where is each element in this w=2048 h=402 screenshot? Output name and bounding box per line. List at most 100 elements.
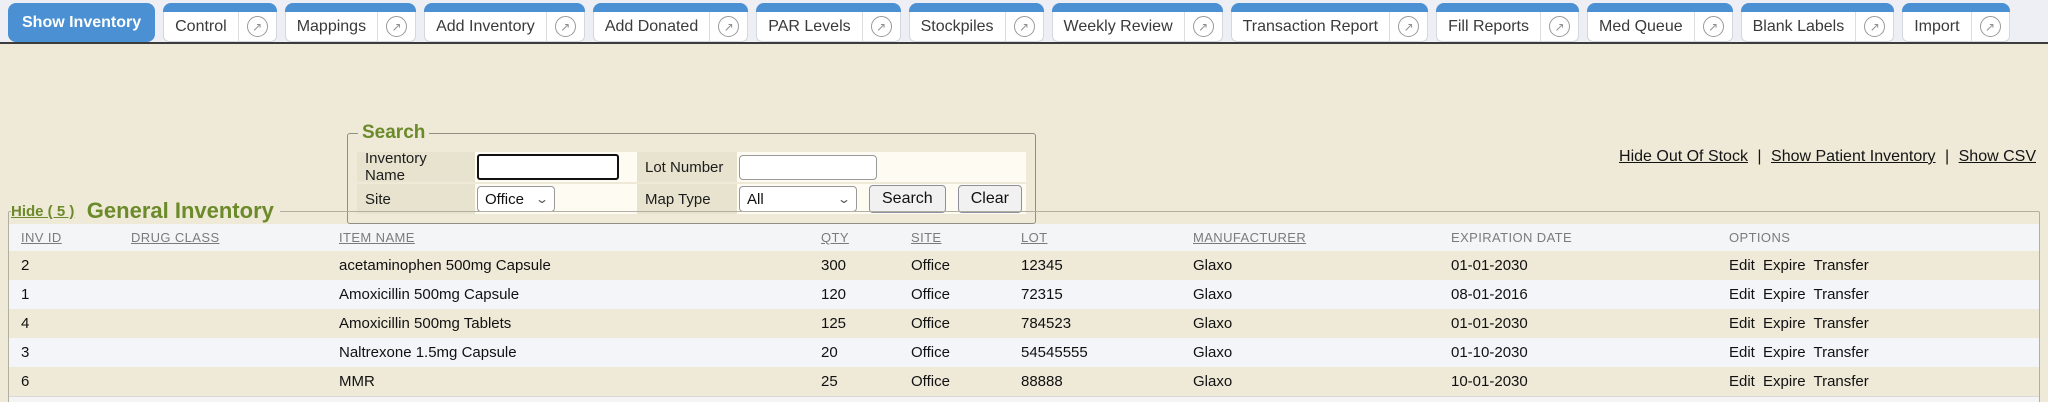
col-header-item-name[interactable]: ITEM NAME: [327, 224, 809, 251]
col-header-inv-id[interactable]: INV ID: [9, 224, 119, 251]
table-row: 2 acetaminophen 500mg Capsule 300 Office…: [9, 251, 2039, 280]
tab-label: Med Queue: [1588, 18, 1694, 36]
search-row-1: Inventory Name Lot Number: [357, 152, 1026, 182]
paging-status: DISPLAYING 1-5 / 5: [9, 397, 2039, 402]
col-header-lot[interactable]: LOT: [1009, 224, 1181, 251]
transfer-link[interactable]: Transfer: [1813, 373, 1868, 390]
edit-link[interactable]: Edit: [1729, 257, 1755, 274]
lot-number-label: Lot Number: [637, 152, 737, 182]
cell-inv-id: 3: [9, 338, 119, 367]
tab-cap: [285, 3, 416, 12]
tab-add-donated[interactable]: Add Donated ↗: [593, 3, 748, 42]
tab-par-levels[interactable]: PAR Levels ↗: [756, 3, 900, 42]
expire-link[interactable]: Expire: [1763, 373, 1806, 390]
cell-manufacturer: Glaxo: [1181, 280, 1439, 309]
cell-inv-id: 2: [9, 251, 119, 280]
general-inventory-title: General Inventory: [87, 198, 274, 223]
popout-icon[interactable]: ↗: [1549, 16, 1570, 37]
col-header-manufacturer[interactable]: MANUFACTURER: [1181, 224, 1439, 251]
cell-drug-class: [119, 309, 327, 338]
tab-cap: [1052, 3, 1223, 12]
tab-label: Add Inventory: [425, 18, 546, 36]
show-patient-inventory-link[interactable]: Show Patient Inventory: [1771, 148, 1936, 165]
popout-icon[interactable]: ↗: [1014, 16, 1035, 37]
lot-number-input[interactable]: [739, 155, 877, 180]
tab-import[interactable]: Import ↗: [1902, 3, 2009, 42]
transfer-link[interactable]: Transfer: [1813, 344, 1868, 361]
cell-expiration-date: 01-01-2030: [1439, 251, 1717, 280]
main-content: Search Inventory Name Lot Number Site Of…: [0, 44, 2048, 400]
col-header-site[interactable]: SITE: [899, 224, 1009, 251]
cell-site: Office: [899, 338, 1009, 367]
popout-icon[interactable]: ↗: [386, 16, 407, 37]
cell-manufacturer: Glaxo: [1181, 367, 1439, 397]
lot-number-cell: [737, 152, 1026, 182]
tab-popout-area: ↗: [546, 12, 584, 41]
tab-popout-area: ↗: [1184, 12, 1222, 41]
tab-bar: Show Inventory Control ↗ Mappings ↗ Add …: [0, 0, 2048, 44]
popout-icon[interactable]: ↗: [1980, 16, 2001, 37]
cell-item-name: acetaminophen 500mg Capsule: [327, 251, 809, 280]
cell-options: Edit Expire Transfer: [1717, 309, 2039, 338]
tab-popout-area: ↗: [377, 12, 415, 41]
edit-link[interactable]: Edit: [1729, 373, 1755, 390]
cell-expiration-date: 08-01-2016: [1439, 280, 1717, 309]
popout-icon[interactable]: ↗: [247, 16, 268, 37]
expire-link[interactable]: Expire: [1763, 315, 1806, 332]
tab-stockpiles[interactable]: Stockpiles ↗: [909, 3, 1044, 42]
transfer-link[interactable]: Transfer: [1813, 315, 1868, 332]
tab-popout-area: ↗: [1855, 12, 1893, 41]
tab-transaction-report[interactable]: Transaction Report ↗: [1231, 3, 1428, 42]
inventory-name-input[interactable]: [477, 154, 619, 180]
tab-med-queue[interactable]: Med Queue ↗: [1587, 3, 1733, 42]
popout-icon[interactable]: ↗: [871, 16, 892, 37]
cell-drug-class: [119, 280, 327, 309]
edit-link[interactable]: Edit: [1729, 315, 1755, 332]
popout-icon[interactable]: ↗: [718, 16, 739, 37]
col-header-qty[interactable]: QTY: [809, 224, 899, 251]
tab-popout-area: ↗: [1389, 12, 1427, 41]
expire-link[interactable]: Expire: [1763, 344, 1806, 361]
tab-control[interactable]: Control ↗: [163, 3, 277, 42]
tab-cap: [1231, 3, 1428, 12]
hide-out-of-stock-link[interactable]: Hide Out Of Stock: [1619, 148, 1748, 165]
cell-qty: 125: [809, 309, 899, 338]
edit-link[interactable]: Edit: [1729, 286, 1755, 303]
expire-link[interactable]: Expire: [1763, 286, 1806, 303]
popout-icon[interactable]: ↗: [1703, 16, 1724, 37]
cell-site: Office: [899, 280, 1009, 309]
expire-link[interactable]: Expire: [1763, 257, 1806, 274]
show-csv-link[interactable]: Show CSV: [1959, 148, 2036, 165]
tab-label: Weekly Review: [1053, 18, 1184, 36]
transfer-link[interactable]: Transfer: [1813, 257, 1868, 274]
cell-manufacturer: Glaxo: [1181, 309, 1439, 338]
tab-cap: [424, 3, 585, 12]
cell-site: Office: [899, 251, 1009, 280]
table-header-row: INV ID DRUG CLASS ITEM NAME QTY SITE LOT…: [9, 224, 2039, 251]
header-links: Hide Out Of Stock | Show Patient Invento…: [1619, 148, 2036, 166]
col-header-drug-class[interactable]: DRUG CLASS: [119, 224, 327, 251]
tab-label: Show Inventory: [8, 14, 155, 32]
tab-fill-reports[interactable]: Fill Reports ↗: [1436, 3, 1579, 42]
cell-manufacturer: Glaxo: [1181, 251, 1439, 280]
hide-count-link[interactable]: Hide ( 5 ): [11, 203, 74, 220]
transfer-link[interactable]: Transfer: [1813, 286, 1868, 303]
popout-icon[interactable]: ↗: [1864, 16, 1885, 37]
tab-add-inventory[interactable]: Add Inventory ↗: [424, 3, 585, 42]
edit-link[interactable]: Edit: [1729, 344, 1755, 361]
popout-icon[interactable]: ↗: [555, 16, 576, 37]
cell-manufacturer: Glaxo: [1181, 338, 1439, 367]
table-footer-row: DISPLAYING 1-5 / 5: [9, 397, 2039, 402]
tab-blank-labels[interactable]: Blank Labels ↗: [1741, 3, 1895, 42]
cell-site: Office: [899, 309, 1009, 338]
cell-inv-id: 1: [9, 280, 119, 309]
tab-weekly-review[interactable]: Weekly Review ↗: [1052, 3, 1223, 42]
cell-qty: 120: [809, 280, 899, 309]
table-row: 4 Amoxicillin 500mg Tablets 125 Office 7…: [9, 309, 2039, 338]
tab-mappings[interactable]: Mappings ↗: [285, 3, 416, 42]
popout-icon[interactable]: ↗: [1193, 16, 1214, 37]
tab-show-inventory[interactable]: Show Inventory: [8, 3, 155, 42]
popout-icon[interactable]: ↗: [1398, 16, 1419, 37]
cell-expiration-date: 10-01-2030: [1439, 367, 1717, 397]
search-panel-legend: Search: [358, 122, 429, 144]
